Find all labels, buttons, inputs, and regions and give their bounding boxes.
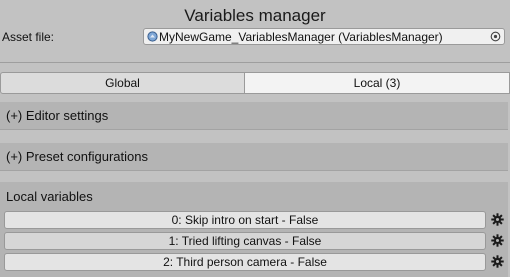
tab-local[interactable]: Local (3)	[245, 72, 510, 94]
preset-configurations-foldout[interactable]: (+) Preset configurations	[0, 143, 508, 171]
asset-file-value: MyNewGame_VariablesManager (VariablesMan…	[159, 30, 443, 44]
asset-file-label: Asset file:	[2, 30, 55, 44]
variable-button[interactable]: 2: Third person camera - False	[4, 253, 486, 271]
header-divider	[0, 62, 510, 63]
gear-icon[interactable]	[491, 213, 504, 226]
variable-row: 1: Tried lifting canvas - False	[4, 232, 504, 250]
variable-row: 2: Third person camera - False	[4, 253, 504, 271]
gear-icon[interactable]	[491, 255, 504, 268]
preset-configurations-label: (+) Preset configurations	[6, 149, 148, 164]
variable-button[interactable]: 1: Tried lifting canvas - False	[4, 232, 486, 250]
local-variables-panel: Local variables 0: Skip intro on start -…	[0, 182, 508, 277]
scope-tabs: Global Local (3)	[0, 72, 510, 94]
local-variables-title: Local variables	[6, 189, 93, 204]
variable-row: 0: Skip intro on start - False	[4, 211, 504, 229]
asset-file-row: Asset file: MyNewGame_VariablesManager (…	[0, 28, 510, 48]
variables-manager-window: Variables manager Asset file: MyNewGame_…	[0, 0, 510, 277]
variable-button[interactable]: 0: Skip intro on start - False	[4, 211, 486, 229]
asset-file-field[interactable]: MyNewGame_VariablesManager (VariablesMan…	[143, 28, 505, 45]
gear-icon[interactable]	[491, 234, 504, 247]
editor-settings-label: (+) Editor settings	[6, 108, 109, 123]
tab-global[interactable]: Global	[0, 72, 245, 94]
scriptable-object-icon	[147, 31, 158, 42]
editor-settings-foldout[interactable]: (+) Editor settings	[0, 102, 508, 130]
window-title: Variables manager	[184, 6, 326, 25]
object-picker-icon[interactable]	[490, 31, 501, 42]
